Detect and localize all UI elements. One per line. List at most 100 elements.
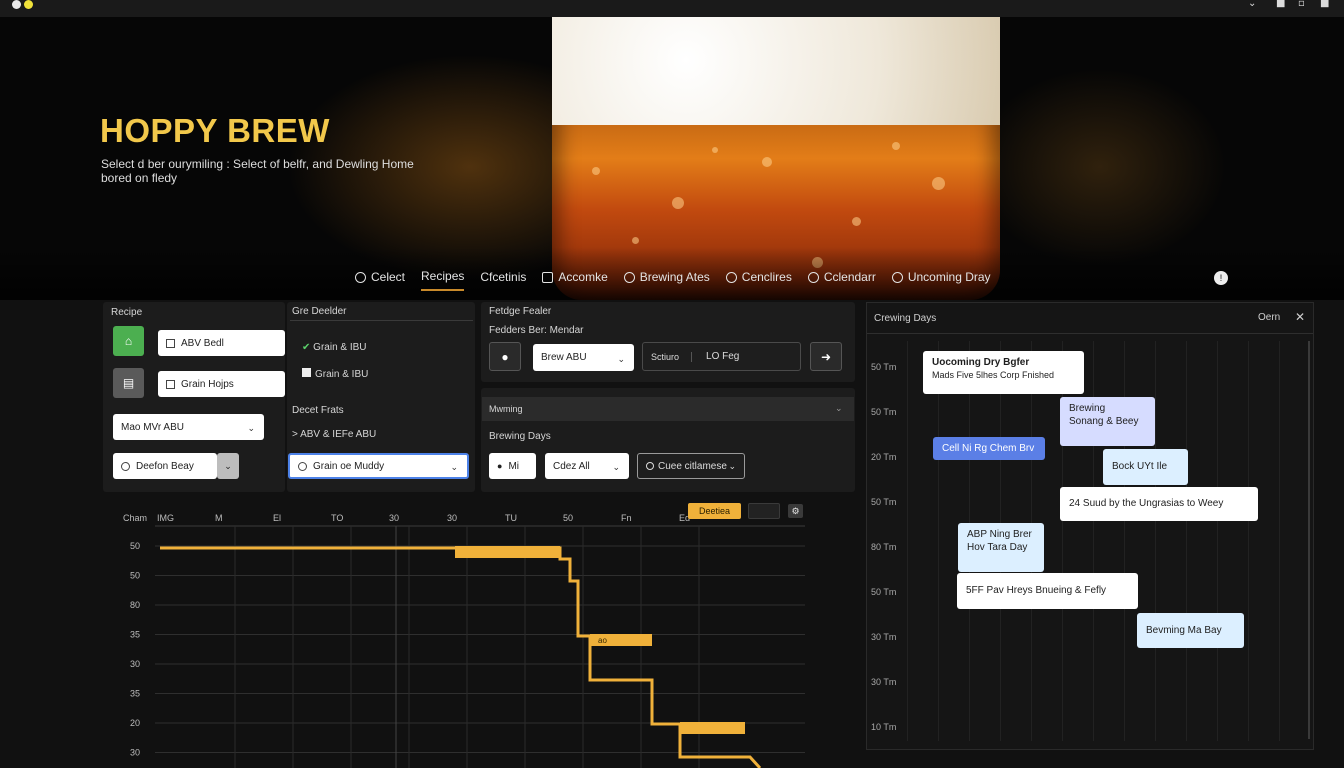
calendar-gridline [1155,341,1156,741]
chart-y-tick: 50 [130,541,140,551]
calendar-event[interactable]: ABP Ning Brer Hov Tara Day [958,523,1044,572]
grain-hops-label: Grain Hojps [181,378,234,390]
settings-icon[interactable]: ⚙ [788,504,803,518]
window-dot-icon[interactable] [12,0,21,9]
chevron-down-icon[interactable]: ⌄ [1248,0,1256,9]
document-icon[interactable]: ▤ [113,368,144,398]
nav-item-cfcetinis[interactable]: Cfcetinis [480,265,526,291]
nav-item-brewing-ates[interactable]: Brewing Ates [623,265,710,291]
event-title: Bevming Ma Bay [1146,625,1222,636]
home-icon[interactable]: ⌂ [113,326,144,356]
info-icon[interactable]: ! [1214,271,1228,285]
chart-x-tick: TO [331,513,343,523]
legend-button[interactable]: Deetiea [688,503,741,519]
chart-x-tick: M [215,513,223,523]
grain-ibu-checkbox[interactable]: ✔ Grain & IBU [302,342,367,353]
user-icon[interactable]: ■ [1320,0,1329,9]
sctiuro-value: LO Feg [706,351,740,362]
app-title: HOPPY BREW [100,112,330,149]
cuee-select[interactable]: Cuee citlamese ⌄ [637,453,745,479]
calendar-panel: Crewing Days Oern ✕ 50 Tm 50 Tm 20 Tm 50 Tm… [866,302,1314,750]
nav-label: Brewing Ates [639,270,710,284]
filter-subtitle: Fedders Ber: Mendar [489,325,584,336]
hero-banner: HOPPY BREW Select d ber ourymiling : Sel… [0,17,1344,300]
event-title: 24 Suud by the Ungrasias to Weey [1069,498,1224,509]
grain-search-value: Grain oe Muddy [313,460,385,472]
brewing-header-bar[interactable] [482,397,854,421]
calendar-event[interactable]: 5FF Pav Hreys Bnueing & Fefly [957,573,1138,609]
chart-bar-segment [680,722,745,734]
nav-item-celect[interactable]: Celect [355,265,405,291]
chevron-down-icon: ⌄ [450,462,458,472]
circle-icon [891,271,903,283]
pin-icon[interactable]: ● [489,342,521,371]
chevron-down-icon[interactable]: ⌄ [217,453,239,479]
calendar-event[interactable]: Uocoming Dry Bgfer Mads Five 5lhes Corp … [923,351,1084,394]
nav-label: Recipes [421,269,465,283]
calendar-y-label: 50 Tm [871,407,897,417]
calendar-gridline [938,341,939,741]
chart-x-tick: 30 [447,513,457,523]
nav-label: Cfcetinis [480,270,527,284]
window-copy-icon[interactable]: ▫ [1298,0,1305,9]
checkbox-icon [302,368,311,377]
circle-icon [121,461,130,471]
share-icon[interactable]: ➜ [810,342,842,371]
calendar-gridline [907,341,908,741]
nav-item-accomke[interactable]: Accomke [542,265,608,291]
chevron-down-icon: ⌄ [728,460,736,471]
calendar-y-label: 10 Tm [871,722,897,732]
sctiuro-field[interactable]: Sctiuro LO Feg [642,342,801,371]
circle-icon [355,271,366,283]
legend-toggle[interactable] [748,503,780,519]
brewing-pin-button[interactable]: ● Mi [489,453,536,479]
app-tagline: Select d ber ourymiling : Select of belf… [101,157,414,185]
deefon-select[interactable]: Deefon Beay [113,453,217,479]
chart-bar-segment [455,546,560,558]
brew-abu-select[interactable]: Brew ABU ⌄ [533,344,634,371]
calendar-y-label: 20 Tm [871,452,897,462]
calendar-event[interactable]: Bock UYt Ile [1103,449,1188,485]
window-dot-icon[interactable] [24,0,33,9]
grain-search-input[interactable]: Grain oe Muddy ⌄ [288,453,469,479]
calendar-event[interactable]: Bevming Ma Bay [1137,613,1244,648]
cdez-all-select[interactable]: Cdez All ⌄ [545,453,629,479]
cuee-value: Cuee citlamese [658,460,727,472]
grain-panel-title: Gre Deelder [292,306,347,317]
deefon-select-value: Deefon Beay [136,460,194,472]
event-subtitle: Mads Five 5lhes Corp Fnished [932,370,1055,380]
calendar-y-label: 50 Tm [871,362,897,372]
calendar-done-button[interactable]: Oern [1258,312,1280,323]
collapse-icon[interactable]: ⌄ [835,403,843,414]
chart-x-tick: IMG [157,513,174,523]
calendar-gridline [1248,341,1249,741]
grain-hops-field[interactable]: Grain Hojps [158,371,285,397]
calendar-event[interactable]: Brewing Sonang & Beey [1060,397,1155,446]
square-icon [542,271,554,283]
grain-ibu-checkbox-2[interactable]: Grain & IBU [302,368,368,380]
brewing-pin-label: Mi [508,460,519,472]
circle-icon [623,271,635,283]
chart-corner-label: Cham [123,513,147,523]
nav-item-cclendarr[interactable]: Cclendarr [807,265,876,291]
close-icon[interactable]: ✕ [1295,310,1305,324]
abv-sub-item[interactable]: > ABV & IEFe ABU [292,429,376,440]
brew-chart: 50 50 80 35 30 35 20 30 Cham IMG M El TO 30 30 TU 50 Fn Ed… [120,500,820,768]
calendar-scrollbar[interactable] [1308,341,1310,739]
nav-item-cenclires[interactable]: Cenclires [725,265,792,291]
chart-x-tick: 50 [563,513,573,523]
abv-field[interactable]: ABV Bedl [158,330,285,356]
check-icon: ✔ [302,342,311,353]
chart-series-line [160,546,762,768]
nav-item-recipes[interactable]: Recipes [421,265,465,291]
main-nav: Celect Recipes Cfcetinis Accomke Brewing… [355,265,991,291]
calendar-gridline [1186,341,1187,741]
abv-select[interactable]: Mao MVr ABU ⌄ [113,414,264,440]
calendar-event[interactable]: Cell Ni Rg Chem Brv [933,437,1045,460]
chart-y-tick: 30 [130,748,140,758]
event-title: Brewing [1069,403,1106,414]
nav-item-uncoming-dray[interactable]: Uncoming Dray [891,265,991,291]
calendar-event[interactable]: 24 Suud by the Ungrasias to Weey [1060,487,1258,521]
sctiuro-label: Sctiuro [651,351,693,362]
window-mail-icon[interactable]: ■ [1276,0,1285,9]
